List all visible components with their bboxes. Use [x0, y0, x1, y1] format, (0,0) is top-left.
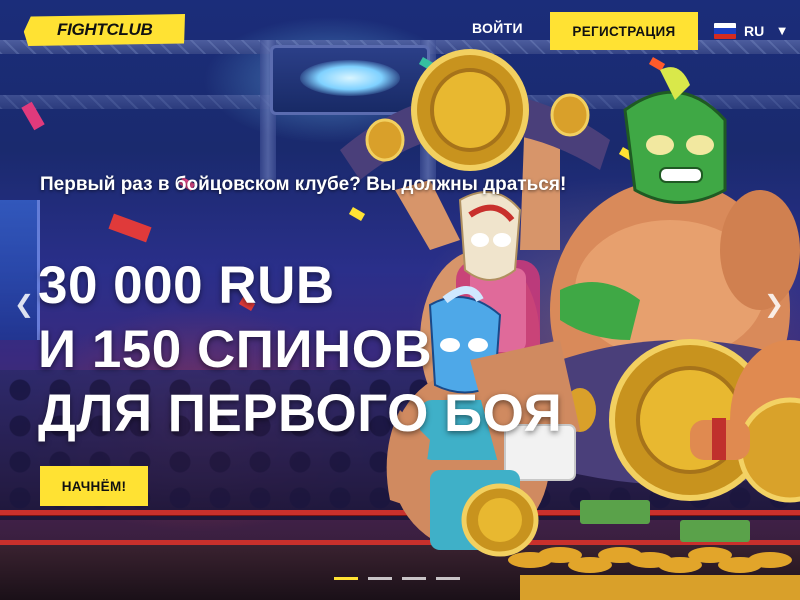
- start-button[interactable]: НАЧНЁМ!: [40, 466, 148, 506]
- logo-text: FIGHTCLUB: [57, 20, 153, 39]
- carousel-dot[interactable]: [368, 577, 392, 580]
- language-code: RU: [744, 23, 765, 39]
- russia-flag-icon: [714, 23, 736, 39]
- chevron-right-icon[interactable]: ❯: [764, 290, 784, 318]
- hero-tagline: Первый раз в бойцовском клубе? Вы должны…: [40, 174, 567, 195]
- logo[interactable]: FIGHTCLUB: [22, 14, 188, 46]
- carousel-indicators: [334, 577, 460, 580]
- login-link[interactable]: ВОЙТИ: [472, 20, 523, 42]
- hero-headline: 30 000 RUB И 150 СПИНОВ ДЛЯ ПЕРВОГО БОЯ: [38, 254, 562, 446]
- language-selector[interactable]: RU ▼: [714, 19, 786, 43]
- headline-line: ДЛЯ ПЕРВОГО БОЯ: [38, 384, 563, 443]
- carousel-dot[interactable]: [334, 577, 358, 580]
- headline-line: И 150 СПИНОВ: [38, 320, 433, 379]
- carousel-dot[interactable]: [402, 577, 426, 580]
- headline-line: 30 000 RUB: [38, 256, 335, 315]
- carousel-dot[interactable]: [436, 577, 460, 580]
- chevron-left-icon[interactable]: ❮: [14, 290, 34, 318]
- register-button[interactable]: РЕГИСТРАЦИЯ: [550, 12, 698, 50]
- chevron-down-icon: ▼: [778, 25, 786, 37]
